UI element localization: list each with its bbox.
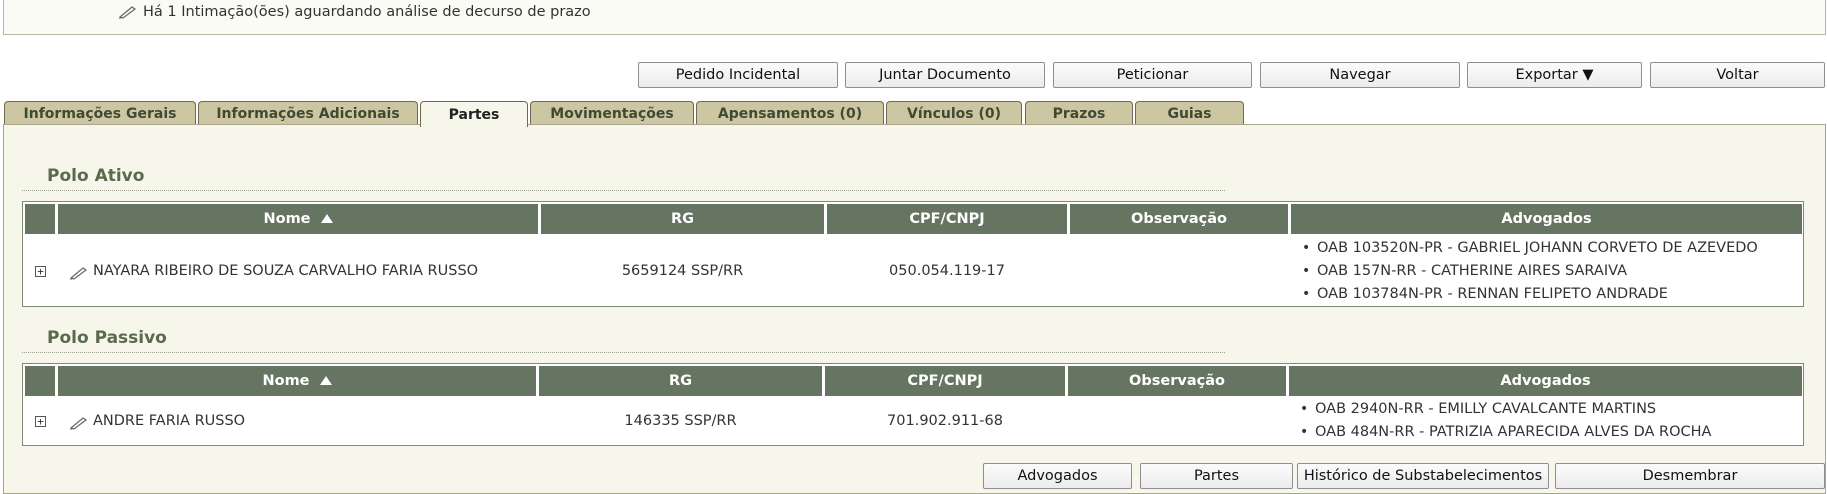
- list-item: OAB 484N-RR - PATRIZIA APARECIDA ALVES D…: [1297, 421, 1711, 444]
- polo-ativo-table: Nome RG CPF/CNPJ Observação Advogados + …: [22, 201, 1804, 307]
- header-expand-col: [25, 204, 55, 234]
- pencil-icon[interactable]: [69, 265, 89, 284]
- header-cpf: CPF/CNPJ: [825, 366, 1065, 396]
- party-rg: 146335 SSP/RR: [624, 413, 737, 429]
- tab-informacoes-gerais[interactable]: Informações Gerais: [4, 101, 196, 125]
- navegar-button[interactable]: Navegar: [1260, 62, 1460, 88]
- list-item: OAB 157N-RR - CATHERINE AIRES SARAIVA: [1299, 260, 1758, 283]
- juntar-documento-button[interactable]: Juntar Documento: [845, 62, 1045, 88]
- header-observacao: Observação: [1070, 204, 1288, 234]
- tab-prazos[interactable]: Prazos: [1025, 101, 1133, 125]
- sort-ascending-icon: [319, 373, 332, 389]
- header-advogados: Advogados: [1291, 204, 1802, 234]
- party-name: ANDRE FARIA RUSSO: [93, 413, 246, 429]
- notice-text: Há 1 Intimação(ões) aguardando análise d…: [143, 4, 591, 20]
- notice-box: Há 1 Intimação(ões) aguardando análise d…: [3, 0, 1826, 35]
- header-nome-label: Nome: [263, 211, 311, 227]
- pencil-icon: [118, 4, 138, 23]
- tab-movimentacoes[interactable]: Movimentações: [530, 101, 694, 125]
- tab-vinculos[interactable]: Vínculos (0): [886, 101, 1022, 125]
- party-cpf: 701.902.911-68: [887, 413, 1003, 429]
- polo-ativo-title: Polo Ativo: [47, 166, 145, 186]
- party-rg: 5659124 SSP/RR: [621, 263, 744, 279]
- header-rg: RG: [539, 366, 822, 396]
- pencil-icon[interactable]: [69, 415, 89, 434]
- tab-guias[interactable]: Guias: [1135, 101, 1244, 125]
- pedido-incidental-button[interactable]: Pedido Incidental: [638, 62, 838, 88]
- header-rg: RG: [541, 204, 824, 234]
- header-observacao: Observação: [1068, 366, 1286, 396]
- header-nome-label: Nome: [262, 373, 310, 389]
- list-item: OAB 2940N-RR - EMILLY CAVALCANTE MARTINS: [1297, 398, 1711, 421]
- tab-informacoes-adicionais[interactable]: Informações Adicionais: [198, 101, 418, 125]
- party-name: NAYARA RIBEIRO DE SOUZA CARVALHO FARIA R…: [93, 263, 479, 279]
- header-nome[interactable]: Nome: [58, 204, 538, 234]
- section-divider: [22, 352, 1225, 353]
- header-expand-col: [25, 366, 55, 396]
- tab-apensamentos[interactable]: Apensamentos (0): [696, 101, 884, 125]
- exportar-dropdown-button[interactable]: Exportar ▼: [1467, 62, 1642, 88]
- table-header: Nome RG CPF/CNPJ Observação Advogados: [23, 364, 1803, 397]
- section-divider: [22, 190, 1225, 191]
- list-item: OAB 103520N-PR - GABRIEL JOHANN CORVETO …: [1299, 237, 1758, 260]
- voltar-button[interactable]: Voltar: [1650, 62, 1825, 88]
- polo-passivo-title: Polo Passivo: [47, 328, 167, 348]
- expand-icon[interactable]: +: [35, 266, 46, 277]
- polo-passivo-table: Nome RG CPF/CNPJ Observação Advogados + …: [22, 363, 1804, 446]
- header-nome[interactable]: Nome: [58, 366, 536, 396]
- sort-ascending-icon: [320, 211, 333, 227]
- desmembrar-button[interactable]: Desmembrar: [1555, 463, 1825, 489]
- partes-button[interactable]: Partes: [1140, 463, 1293, 489]
- advogados-list: OAB 103520N-PR - GABRIEL JOHANN CORVETO …: [1299, 237, 1758, 306]
- advogados-button[interactable]: Advogados: [983, 463, 1132, 489]
- list-item: OAB 103784N-PR - RENNAN FELIPETO ANDRADE: [1299, 283, 1758, 306]
- peticionar-button[interactable]: Peticionar: [1053, 62, 1252, 88]
- header-cpf: CPF/CNPJ: [827, 204, 1067, 234]
- historico-substabelecimentos-button[interactable]: Histórico de Substabelecimentos: [1297, 463, 1549, 489]
- advogados-list: OAB 2940N-RR - EMILLY CAVALCANTE MARTINS…: [1297, 398, 1711, 444]
- tab-partes[interactable]: Partes: [420, 101, 528, 127]
- table-header: Nome RG CPF/CNPJ Observação Advogados: [23, 202, 1803, 235]
- header-advogados: Advogados: [1289, 366, 1802, 396]
- party-cpf: 050.054.119-17: [889, 263, 1005, 279]
- expand-icon[interactable]: +: [35, 416, 46, 427]
